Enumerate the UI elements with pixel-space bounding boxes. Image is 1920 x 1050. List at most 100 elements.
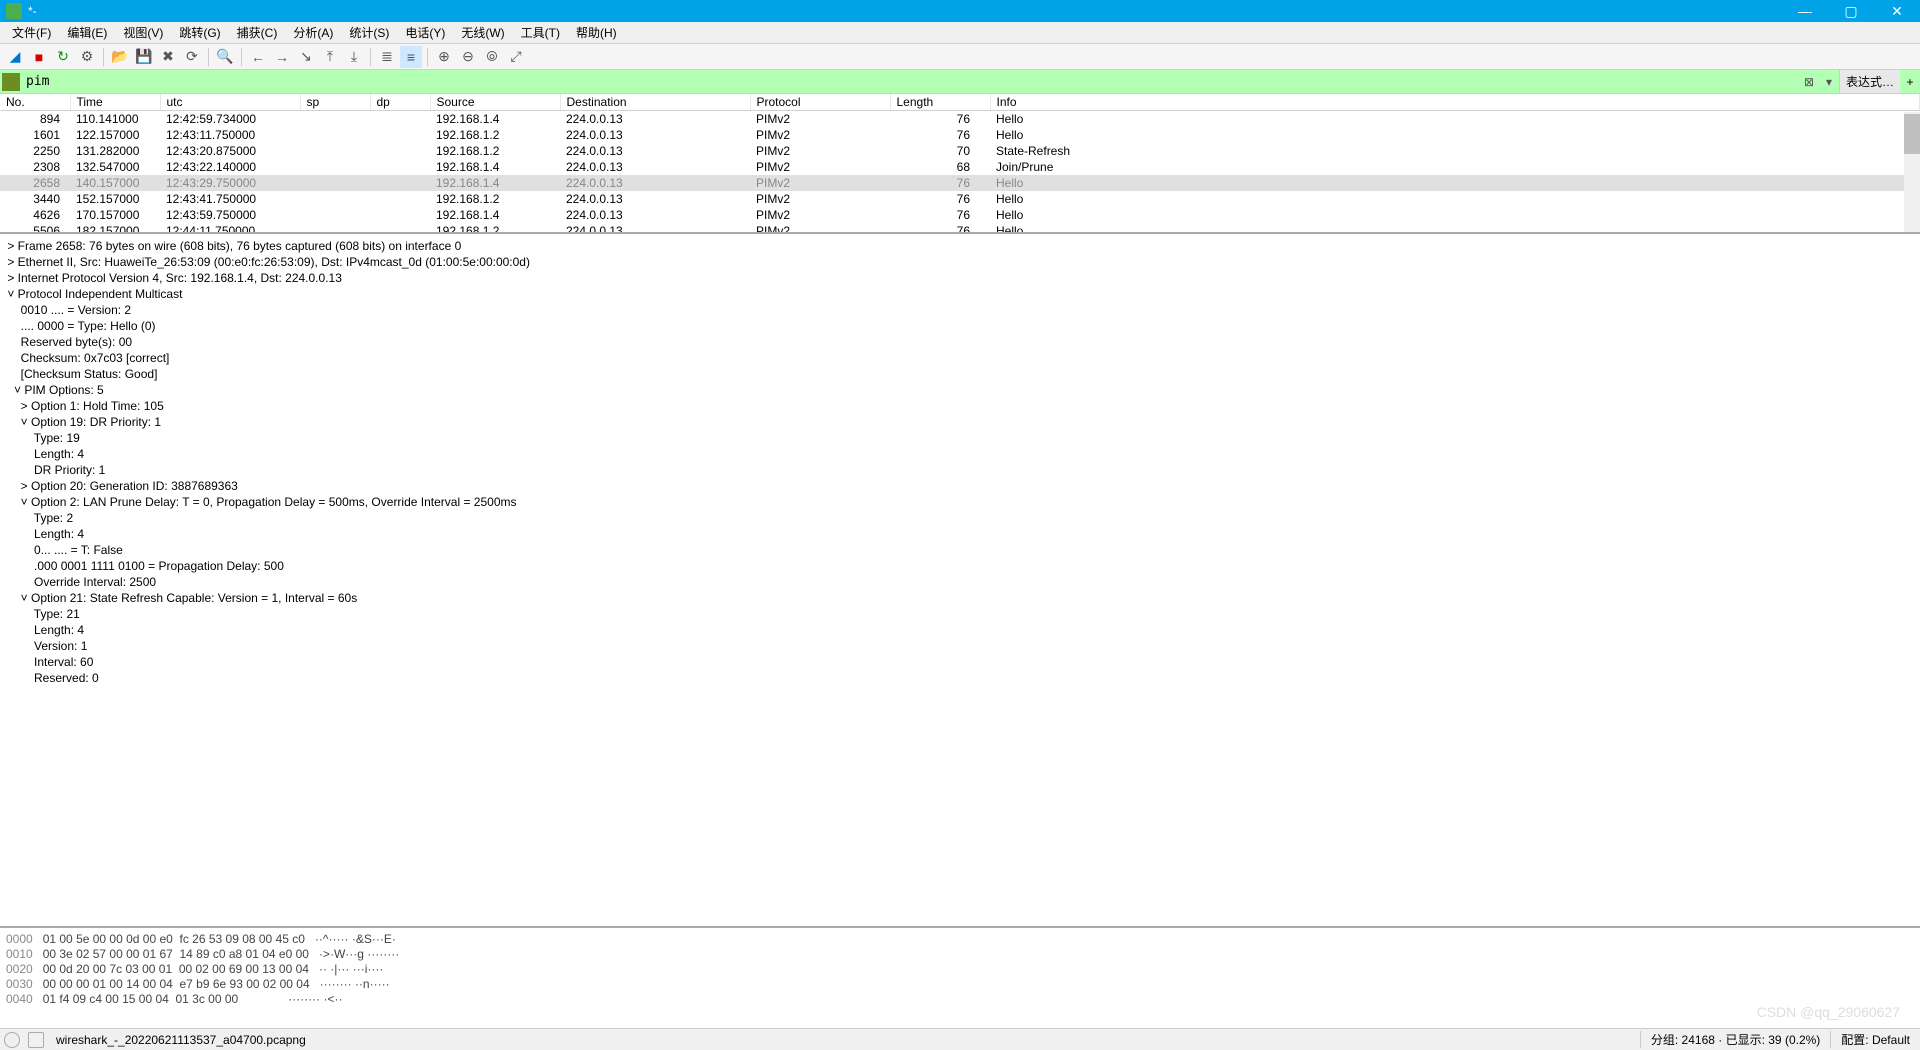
detail-line[interactable]: Type: 19: [0, 430, 1920, 446]
hex-line[interactable]: 0010 00 3e 02 57 00 00 01 67 14 89 c0 a8…: [6, 947, 1914, 962]
clear-filter-icon[interactable]: ⊠: [1799, 72, 1819, 92]
packet-details-pane[interactable]: > Frame 2658: 76 bytes on wire (608 bits…: [0, 234, 1920, 928]
detail-line[interactable]: ˅ Option 2: LAN Prune Delay: T = 0, Prop…: [0, 494, 1920, 510]
apply-filter-icon[interactable]: ▾: [1819, 72, 1839, 92]
packet-row[interactable]: 5506182.15700012:44:11.750000192.168.1.2…: [0, 223, 1920, 235]
save-file-icon[interactable]: 💾: [133, 46, 155, 68]
zoom-reset-icon[interactable]: ⦾: [481, 46, 503, 68]
packet-row[interactable]: 2308132.54700012:43:22.140000192.168.1.4…: [0, 159, 1920, 175]
packet-row[interactable]: 4626170.15700012:43:59.750000192.168.1.4…: [0, 207, 1920, 223]
menu-telephony[interactable]: 电话(Y): [397, 22, 453, 43]
hex-line[interactable]: 0040 01 f4 09 c4 00 15 00 04 01 3c 00 00…: [6, 992, 1914, 1007]
detail-line[interactable]: Length: 4: [0, 526, 1920, 542]
col-utc[interactable]: utc: [160, 94, 300, 111]
col-dest[interactable]: Destination: [560, 94, 750, 111]
menu-file[interactable]: 文件(F): [4, 22, 59, 43]
detail-line[interactable]: Reserved byte(s): 00: [0, 334, 1920, 350]
toolbar-separator: [370, 48, 371, 66]
open-file-icon[interactable]: 📂: [109, 46, 131, 68]
col-sp[interactable]: sp: [300, 94, 370, 111]
detail-line[interactable]: Type: 2: [0, 510, 1920, 526]
window-title: *-: [28, 4, 1782, 18]
maximize-button[interactable]: ▢: [1828, 0, 1874, 22]
hex-line[interactable]: 0000 01 00 5e 00 00 0d 00 e0 fc 26 53 09…: [6, 932, 1914, 947]
minimize-button[interactable]: —: [1782, 0, 1828, 22]
go-back-icon[interactable]: ←: [247, 46, 269, 68]
capture-options-icon[interactable]: ⚙: [76, 46, 98, 68]
detail-line[interactable]: Override Interval: 2500: [0, 574, 1920, 590]
detail-line[interactable]: [Checksum Status: Good]: [0, 366, 1920, 382]
go-forward-icon[interactable]: →: [271, 46, 293, 68]
packet-bytes-pane[interactable]: 0000 01 00 5e 00 00 0d 00 e0 fc 26 53 09…: [0, 928, 1920, 1028]
packet-list-header[interactable]: No. Time utc sp dp Source Destination Pr…: [0, 94, 1920, 111]
zoom-out-icon[interactable]: ⊖: [457, 46, 479, 68]
detail-line[interactable]: .000 0001 1111 0100 = Propagation Delay:…: [0, 558, 1920, 574]
zoom-in-icon[interactable]: ⊕: [433, 46, 455, 68]
resize-columns-icon[interactable]: ⤢: [505, 46, 527, 68]
hex-line[interactable]: 0020 00 0d 20 00 7c 03 00 01 00 02 00 69…: [6, 962, 1914, 977]
menu-wireless[interactable]: 无线(W): [453, 22, 512, 43]
packet-row[interactable]: 2658140.15700012:43:29.750000192.168.1.4…: [0, 175, 1920, 191]
find-icon[interactable]: 🔍: [214, 46, 236, 68]
detail-line[interactable]: Reserved: 0: [0, 670, 1920, 686]
detail-line[interactable]: > Internet Protocol Version 4, Src: 192.…: [0, 270, 1920, 286]
detail-line[interactable]: ˅ Protocol Independent Multicast: [0, 286, 1920, 302]
detail-line[interactable]: ˅ Option 21: State Refresh Capable: Vers…: [0, 590, 1920, 606]
detail-line[interactable]: > Option 20: Generation ID: 3887689363: [0, 478, 1920, 494]
menu-help[interactable]: 帮助(H): [568, 22, 625, 43]
menu-go[interactable]: 跳转(G): [171, 22, 228, 43]
detail-line[interactable]: Checksum: 0x7c03 [correct]: [0, 350, 1920, 366]
packet-list-scrollbar[interactable]: [1904, 112, 1920, 232]
col-protocol[interactable]: Protocol: [750, 94, 890, 111]
packet-row[interactable]: 3440152.15700012:43:41.750000192.168.1.2…: [0, 191, 1920, 207]
menu-analyze[interactable]: 分析(A): [285, 22, 341, 43]
packet-row[interactable]: 1601122.15700012:43:11.750000192.168.1.2…: [0, 127, 1920, 143]
colorize-icon[interactable]: ≡: [400, 46, 422, 68]
restart-capture-icon[interactable]: ↻: [52, 46, 74, 68]
hex-line[interactable]: 0030 00 00 00 01 00 14 00 04 e7 b9 6e 93…: [6, 977, 1914, 992]
detail-line[interactable]: Version: 1: [0, 638, 1920, 654]
packet-row[interactable]: 894110.14100012:42:59.734000192.168.1.42…: [0, 111, 1920, 127]
menu-capture[interactable]: 捕获(C): [229, 22, 286, 43]
go-last-icon[interactable]: ⤓: [343, 46, 365, 68]
close-file-icon[interactable]: ✖: [157, 46, 179, 68]
capture-file-icon[interactable]: [28, 1032, 44, 1048]
detail-line[interactable]: DR Priority: 1: [0, 462, 1920, 478]
expert-info-icon[interactable]: [4, 1032, 20, 1048]
add-filter-button[interactable]: +: [1900, 75, 1920, 89]
expression-button[interactable]: 表达式…: [1839, 70, 1900, 93]
status-profile[interactable]: 配置: Default: [1830, 1031, 1920, 1048]
packet-row[interactable]: 2250131.28200012:43:20.875000192.168.1.2…: [0, 143, 1920, 159]
col-info[interactable]: Info: [990, 94, 1920, 111]
detail-line[interactable]: Length: 4: [0, 446, 1920, 462]
start-capture-icon[interactable]: ◢: [4, 46, 26, 68]
detail-line[interactable]: > Option 1: Hold Time: 105: [0, 398, 1920, 414]
reload-icon[interactable]: ⟳: [181, 46, 203, 68]
go-to-packet-icon[interactable]: ↘: [295, 46, 317, 68]
detail-line[interactable]: Length: 4: [0, 622, 1920, 638]
col-dp[interactable]: dp: [370, 94, 430, 111]
detail-line[interactable]: ˅ PIM Options: 5: [0, 382, 1920, 398]
detail-line[interactable]: > Frame 2658: 76 bytes on wire (608 bits…: [0, 238, 1920, 254]
detail-line[interactable]: 0... .... = T: False: [0, 542, 1920, 558]
auto-scroll-icon[interactable]: ≣: [376, 46, 398, 68]
detail-line[interactable]: Type: 21: [0, 606, 1920, 622]
detail-line[interactable]: .... 0000 = Type: Hello (0): [0, 318, 1920, 334]
close-button[interactable]: ✕: [1874, 0, 1920, 22]
detail-line[interactable]: Interval: 60: [0, 654, 1920, 670]
menu-tools[interactable]: 工具(T): [513, 22, 568, 43]
stop-capture-icon[interactable]: ■: [28, 46, 50, 68]
menu-edit[interactable]: 编辑(E): [59, 22, 115, 43]
display-filter-input[interactable]: [22, 72, 1799, 91]
col-source[interactable]: Source: [430, 94, 560, 111]
go-first-icon[interactable]: ⤒: [319, 46, 341, 68]
detail-line[interactable]: ˅ Option 19: DR Priority: 1: [0, 414, 1920, 430]
col-no[interactable]: No.: [0, 94, 70, 111]
col-time[interactable]: Time: [70, 94, 160, 111]
col-length[interactable]: Length: [890, 94, 990, 111]
menu-stats[interactable]: 统计(S): [341, 22, 397, 43]
detail-line[interactable]: > Ethernet II, Src: HuaweiTe_26:53:09 (0…: [0, 254, 1920, 270]
menu-view[interactable]: 视图(V): [115, 22, 171, 43]
filter-bookmark-icon[interactable]: [2, 73, 20, 91]
detail-line[interactable]: 0010 .... = Version: 2: [0, 302, 1920, 318]
